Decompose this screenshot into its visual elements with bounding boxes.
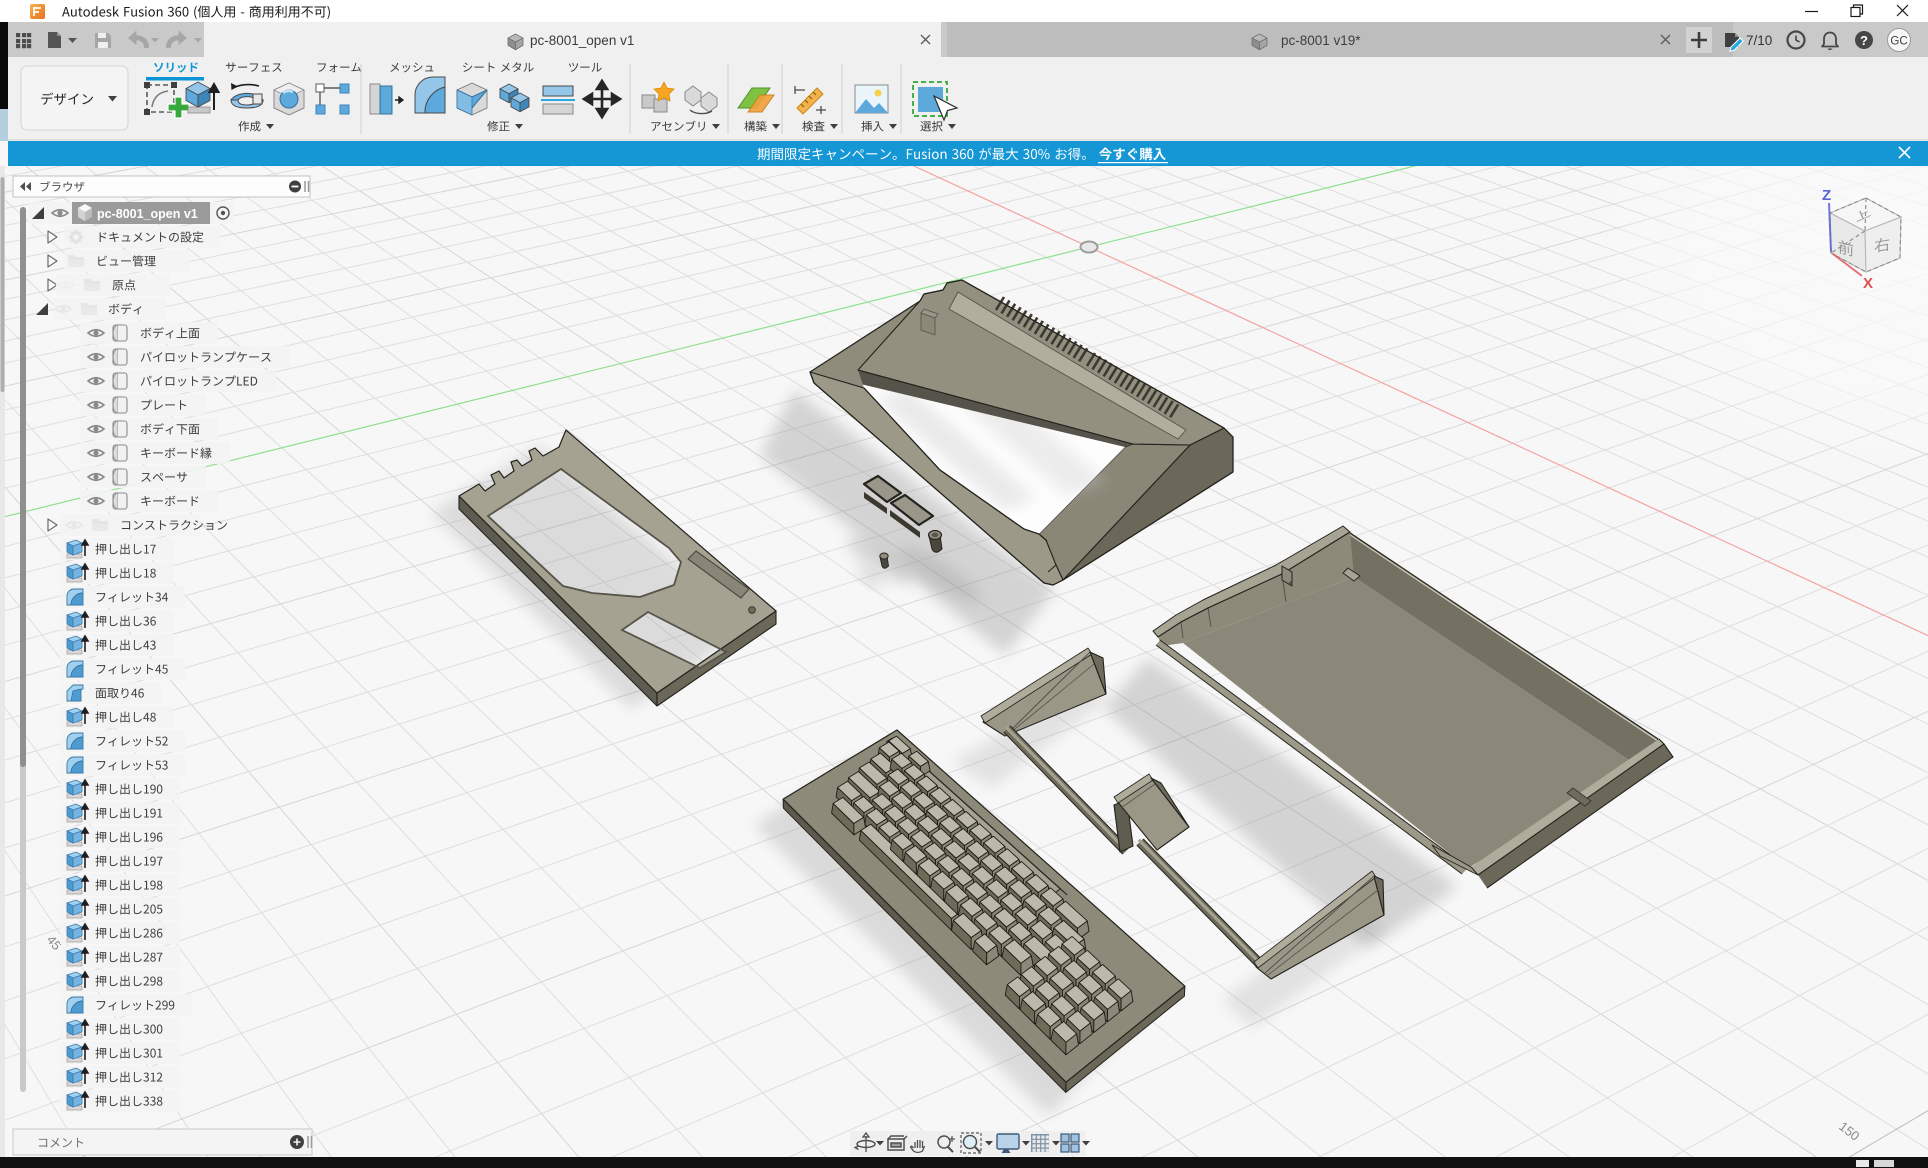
svg-text:pc-8001_open v1: pc-8001_open v1: [97, 207, 198, 221]
svg-text:?: ?: [1860, 33, 1868, 48]
svg-text:X: X: [1863, 275, 1873, 292]
svg-text:Z: Z: [1822, 187, 1831, 204]
svg-text:GC: GC: [1890, 36, 1907, 48]
svg-text:pc-8001 v19*: pc-8001 v19*: [1281, 33, 1361, 48]
svg-text:7/10: 7/10: [1746, 33, 1772, 48]
svg-text:pc-8001_open v1: pc-8001_open v1: [530, 33, 634, 48]
